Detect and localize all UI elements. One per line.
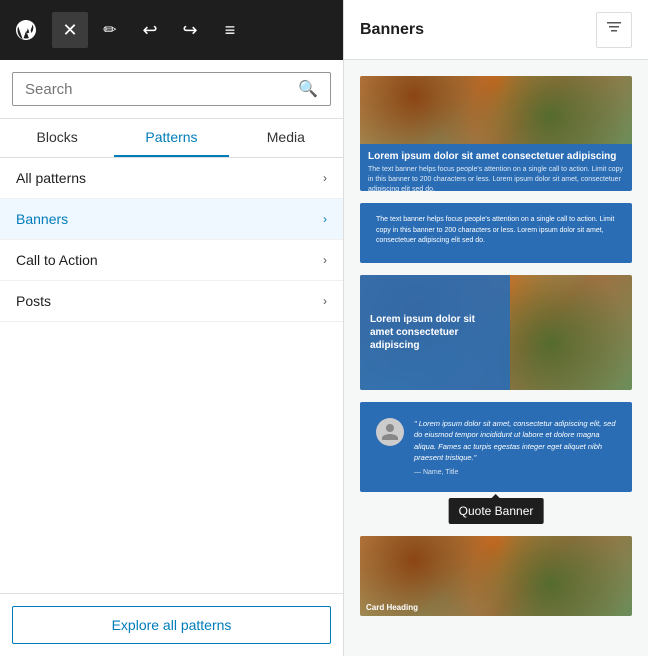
undo-button[interactable]: ↩ [132, 12, 168, 48]
list-icon: ≡ [225, 20, 236, 41]
banner-1-desc: The text banner helps focus people's att… [368, 165, 624, 191]
tab-media[interactable]: Media [229, 119, 343, 157]
quote-banner-tooltip: Quote Banner [449, 498, 544, 524]
wp-logo [8, 12, 44, 48]
right-panel-title: Banners [360, 21, 424, 39]
search-box: 🔍 [12, 72, 331, 106]
filter-button[interactable] [596, 12, 632, 48]
banner-preview-1[interactable]: Lorem ipsum dolor sit amet consectetuer … [360, 76, 632, 191]
explore-all-patterns-button[interactable]: Explore all patterns [12, 606, 331, 644]
main-toolbar: ✕ ✏ ↩ ↪ ≡ [0, 0, 343, 60]
undo-icon: ↩ [142, 20, 157, 41]
list-view-button[interactable]: ≡ [212, 12, 248, 48]
search-input[interactable] [25, 81, 290, 98]
redo-button[interactable]: ↪ [172, 12, 208, 48]
avatar [376, 418, 404, 446]
pattern-list: All patterns › Banners › Call to Action … [0, 158, 343, 593]
explore-button-container: Explore all patterns [0, 593, 343, 656]
search-container: 🔍 [0, 60, 343, 119]
chevron-right-icon: › [323, 294, 327, 308]
chevron-right-icon: › [323, 171, 327, 185]
banner-preview-4[interactable]: " Lorem ipsum dolor sit amet, consectetu… [360, 402, 632, 492]
tab-blocks[interactable]: Blocks [0, 119, 114, 157]
banner-5-label: Card Heading [366, 603, 418, 612]
pattern-item-posts[interactable]: Posts › [0, 281, 343, 322]
pattern-item-label: All patterns [16, 170, 86, 186]
banner-preview-3[interactable]: Lorem ipsum dolor sit amet consectetuer … [360, 275, 632, 390]
pattern-item-label: Call to Action [16, 252, 98, 268]
pencil-icon: ✏ [103, 20, 116, 40]
pattern-item-label: Posts [16, 293, 51, 309]
banner-1-title: Lorem ipsum dolor sit amet consectetuer … [368, 150, 624, 163]
banner-2-text: The text banner helps focus people's att… [376, 215, 616, 247]
preview-list: Lorem ipsum dolor sit amet consectetuer … [344, 60, 648, 656]
quote-text: " Lorem ipsum dolor sit amet, consectetu… [414, 418, 616, 463]
close-icon: ✕ [62, 20, 77, 41]
chevron-right-icon: › [323, 253, 327, 267]
chevron-right-icon: › [323, 212, 327, 226]
right-panel: Banners Lorem ipsum dolor sit amet conse… [344, 0, 648, 656]
close-button[interactable]: ✕ [52, 12, 88, 48]
pattern-item-banners[interactable]: Banners › [0, 199, 343, 240]
pattern-item-all[interactable]: All patterns › [0, 158, 343, 199]
search-icon: 🔍 [298, 79, 318, 99]
banner-preview-2[interactable]: The text banner helps focus people's att… [360, 203, 632, 263]
tabs-container: Blocks Patterns Media [0, 119, 343, 158]
tab-patterns[interactable]: Patterns [114, 119, 228, 157]
pattern-item-label: Banners [16, 211, 68, 227]
pattern-item-cta[interactable]: Call to Action › [0, 240, 343, 281]
quote-author: — Name, Title [414, 469, 616, 476]
edit-button[interactable]: ✏ [92, 12, 128, 48]
banner-preview-5[interactable]: Card Heading [360, 536, 632, 616]
redo-icon: ↪ [182, 20, 197, 41]
filter-icon [605, 18, 623, 41]
banner-3-title: Lorem ipsum dolor sit amet consectetuer … [370, 313, 500, 352]
right-panel-header: Banners [344, 0, 648, 60]
